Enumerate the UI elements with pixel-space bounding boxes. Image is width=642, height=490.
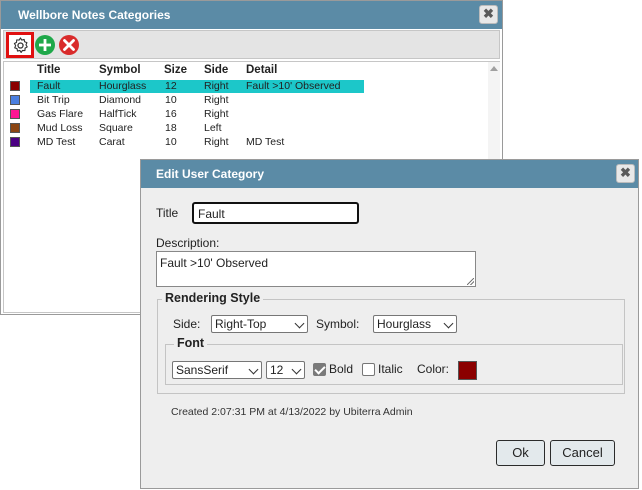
cell-side: Right: [204, 108, 229, 120]
row-color-swatch: [10, 95, 20, 105]
cell-symbol: Diamond: [99, 94, 142, 106]
cell-detail: Fault >10' Observed: [246, 80, 341, 92]
cell-title: Mud Loss: [37, 122, 83, 134]
symbol-select[interactable]: Hourglass: [373, 315, 457, 333]
side-select[interactable]: Right-Top: [211, 315, 308, 333]
settings-button[interactable]: [6, 32, 34, 58]
edit-dialog-titlebar[interactable]: Edit User Category ✖: [141, 160, 638, 188]
row-color-swatch: [10, 81, 20, 91]
chevron-down-icon: [248, 364, 259, 375]
rendering-style-legend: Rendering Style: [162, 291, 264, 305]
symbol-label: Symbol:: [316, 317, 360, 331]
symbol-select-value: Hourglass: [377, 317, 432, 331]
delete-category-button[interactable]: [58, 34, 81, 57]
scroll-up-arrow-icon[interactable]: [490, 66, 498, 71]
title-label: Title: [156, 206, 179, 220]
cell-detail: MD Test: [246, 136, 285, 148]
cancel-button[interactable]: Cancel: [550, 440, 615, 466]
description-textarea[interactable]: Fault >10' Observed: [156, 251, 476, 287]
font-family-value: SansSerif: [176, 363, 229, 377]
row-color-swatch: [10, 137, 20, 147]
cell-title: MD Test: [37, 136, 76, 148]
created-info: Created 2:07:31 PM at 4/13/2022 by Ubite…: [171, 406, 413, 418]
column-header-title[interactable]: Title: [37, 64, 60, 76]
cell-size: 12: [165, 80, 177, 92]
cell-title: Gas Flare: [37, 108, 84, 120]
font-size-value: 12: [270, 363, 284, 377]
cell-title: Bit Trip: [37, 94, 70, 106]
edit-dialog-title: Edit User Category: [156, 167, 265, 181]
bold-checkbox[interactable]: [313, 363, 326, 376]
ok-button[interactable]: Ok: [496, 440, 545, 466]
side-select-value: Right-Top: [215, 317, 267, 331]
chevron-down-icon: [294, 318, 305, 329]
font-group: Font SansSerif 12 Bold Italic Color:: [165, 336, 623, 385]
cell-symbol: Hourglass: [99, 80, 147, 92]
cell-size: 10: [165, 94, 177, 106]
x-circle-icon: [59, 35, 79, 55]
resize-grip-icon[interactable]: [467, 278, 474, 285]
row-color-swatch: [10, 109, 20, 119]
edit-category-dialog: Edit User Category ✖ Title Fault Descrip…: [140, 159, 639, 489]
italic-label: Italic: [378, 362, 403, 376]
categories-toolbar: [3, 30, 500, 59]
font-family-select[interactable]: SansSerif: [172, 361, 262, 379]
cell-size: 16: [165, 108, 177, 120]
add-category-button[interactable]: [34, 34, 57, 57]
description-text: Fault >10' Observed: [160, 256, 269, 270]
description-label: Description:: [156, 236, 220, 250]
cell-side: Right: [204, 80, 229, 92]
column-header-side[interactable]: Side: [204, 64, 228, 76]
cell-side: Left: [204, 122, 222, 134]
table-row[interactable]: Bit Trip Diamond 10 Right: [4, 94, 488, 108]
gear-icon: [13, 37, 28, 54]
categories-window-title: Wellbore Notes Categories: [18, 8, 171, 22]
chevron-down-icon: [291, 364, 302, 375]
row-color-swatch: [10, 123, 20, 133]
italic-checkbox[interactable]: [362, 363, 375, 376]
color-label: Color:: [417, 362, 450, 376]
cell-title: Fault: [37, 80, 61, 92]
side-label: Side:: [173, 317, 201, 331]
chevron-down-icon: [443, 318, 454, 329]
cell-side: Right: [204, 136, 229, 148]
font-size-select[interactable]: 12: [266, 361, 305, 379]
cell-side: Right: [204, 94, 229, 106]
table-row[interactable]: Mud Loss Square 18 Left: [4, 122, 488, 136]
bold-label: Bold: [329, 362, 354, 376]
cell-symbol: Carat: [99, 136, 125, 148]
plus-circle-icon: [35, 35, 55, 55]
cell-size: 18: [165, 122, 177, 134]
close-icon[interactable]: ✖: [616, 164, 635, 183]
column-header-symbol[interactable]: Symbol: [99, 64, 141, 76]
column-header-size[interactable]: Size: [164, 64, 187, 76]
table-row[interactable]: Gas Flare HalfTick 16 Right: [4, 108, 488, 122]
font-color-swatch[interactable]: [458, 361, 477, 380]
rendering-style-group: Rendering Style Side: Right-Top Symbol: …: [157, 291, 625, 394]
font-legend: Font: [174, 336, 208, 350]
close-icon[interactable]: ✖: [479, 5, 498, 24]
column-header-detail[interactable]: Detail: [246, 64, 277, 76]
table-row[interactable]: MD Test Carat 10 Right MD Test: [4, 136, 488, 150]
cell-symbol: Square: [99, 122, 133, 134]
cell-size: 10: [165, 136, 177, 148]
title-input[interactable]: Fault: [192, 202, 359, 224]
table-row[interactable]: Fault Hourglass 12 Right Fault >10' Obse…: [4, 80, 488, 94]
cell-symbol: HalfTick: [99, 108, 137, 120]
categories-titlebar[interactable]: Wellbore Notes Categories ✖: [1, 1, 502, 29]
